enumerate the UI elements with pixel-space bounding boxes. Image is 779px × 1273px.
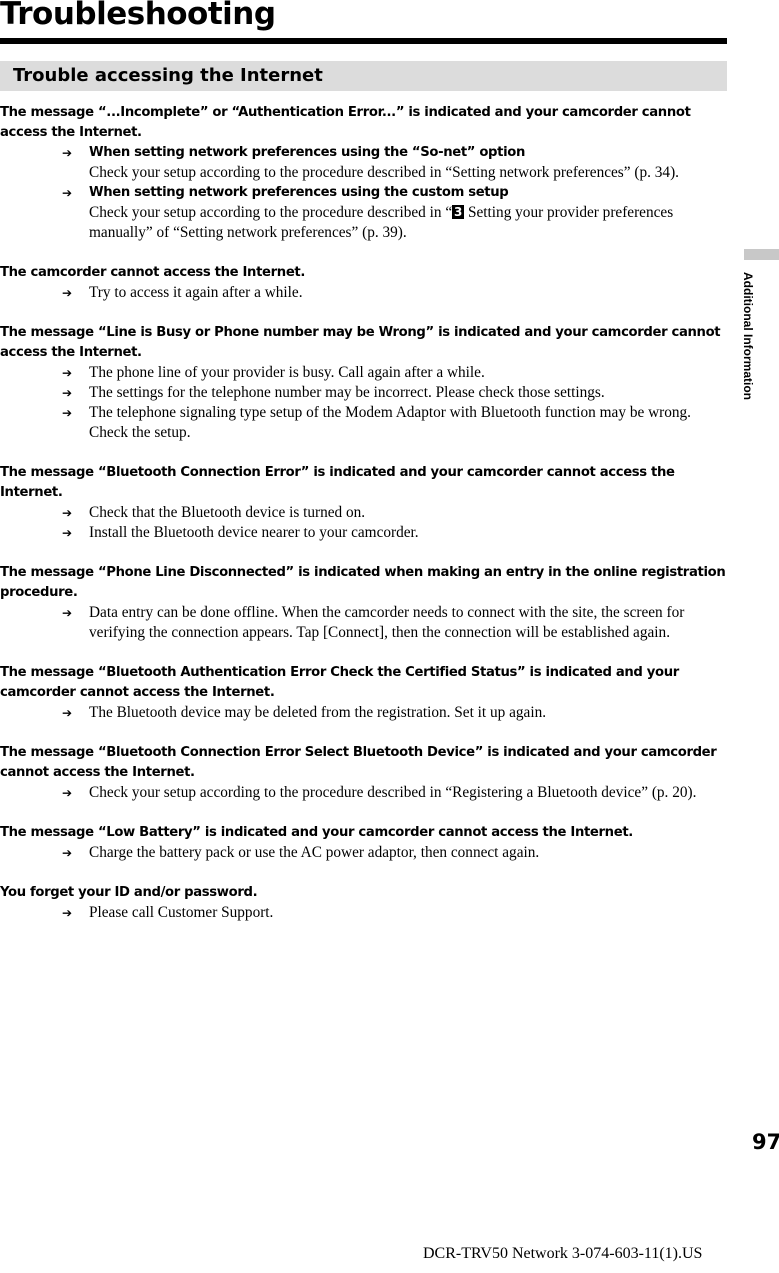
solution-text: The settings for the telephone number ma… [89,384,605,401]
solution-item: ➔ Please call Customer Support. [0,903,730,923]
solution-text: Check your setup according to the proced… [89,164,679,181]
solution-subheading: When setting network preferences using t… [89,185,509,200]
troubleshooting-entry: The message “Low Battery” is indicated a… [0,823,730,863]
problem-heading: The message “...Incomplete” or “Authenti… [0,105,691,140]
title-rule [0,38,727,44]
troubleshooting-list: The message “...Incomplete” or “Authenti… [0,103,730,943]
problem-heading: The message “Low Battery” is indicated a… [0,825,633,840]
solution-text: Install the Bluetooth device nearer to y… [89,524,419,541]
solution-item: ➔ When setting network preferences using… [0,183,730,243]
section-title: Trouble accessing the Internet [13,65,323,86]
troubleshooting-entry: The message “Line is Busy or Phone numbe… [0,323,730,443]
arrow-right-icon: ➔ [62,526,73,540]
arrow-right-icon: ➔ [62,506,73,520]
solution-text: Check that the Bluetooth device is turne… [89,504,366,521]
solution-text: Data entry can be done offline. When the… [89,604,685,641]
solution-item: ➔ Try to access it again after a while. [0,283,730,303]
arrow-right-icon: ➔ [62,406,73,420]
step-number-badge: 3 [452,205,465,219]
problem-heading: The message “Phone Line Disconnected” is… [0,565,726,600]
solution-item: ➔ Charge the battery pack or use the AC … [0,843,730,863]
problem-heading: The message “Bluetooth Connection Error”… [0,465,675,500]
solution-item: ➔ The phone line of your provider is bus… [0,363,730,383]
solution-item: ➔ When setting network preferences using… [0,143,730,183]
problem-heading: The camcorder cannot access the Internet… [0,265,306,280]
arrow-right-icon: ➔ [62,706,73,720]
solution-text: The Bluetooth device may be deleted from… [89,704,547,721]
solution-text: Check your setup according to the proced… [89,203,730,243]
troubleshooting-entry: The message “Bluetooth Connection Error”… [0,463,730,543]
arrow-right-icon: ➔ [62,186,73,200]
solution-item: ➔ Check that the Bluetooth device is tur… [0,503,730,523]
side-tab-label: Additional Information [741,272,755,432]
problem-heading: The message “Bluetooth Connection Error … [0,745,717,780]
solution-text: The phone line of your provider is busy.… [89,364,485,381]
arrow-right-icon: ➔ [62,146,73,160]
arrow-right-icon: ➔ [62,906,73,920]
solution-item: ➔ The telephone signaling type setup of … [0,403,730,443]
solution-item: ➔ The Bluetooth device may be deleted fr… [0,703,730,723]
solution-text: Charge the battery pack or use the AC po… [89,844,540,861]
solution-text: Please call Customer Support. [89,904,274,921]
solution-text: Check your setup according to the proced… [89,784,697,801]
solution-item: ➔ Install the Bluetooth device nearer to… [0,523,730,543]
arrow-right-icon: ➔ [62,786,73,800]
troubleshooting-entry: The camcorder cannot access the Internet… [0,263,730,303]
arrow-right-icon: ➔ [62,366,73,380]
arrow-right-icon: ➔ [62,606,73,620]
section-header: Trouble accessing the Internet [0,61,727,91]
troubleshooting-entry: The message “Bluetooth Authentication Er… [0,663,730,723]
solution-text: The telephone signaling type setup of th… [89,404,691,441]
arrow-right-icon: ➔ [62,846,73,860]
problem-heading: The message “Line is Busy or Phone numbe… [0,325,721,360]
troubleshooting-entry: The message “...Incomplete” or “Authenti… [0,103,730,243]
page-number: 97 [752,1130,779,1154]
solution-item: ➔ Data entry can be done offline. When t… [0,603,730,643]
side-tab-marker [744,249,779,260]
solution-item: ➔ The settings for the telephone number … [0,383,730,403]
arrow-right-icon: ➔ [62,386,73,400]
solution-item: ➔ Check your setup according to the proc… [0,783,730,803]
troubleshooting-entry: You forget your ID and/or password. ➔ Pl… [0,883,730,923]
solution-subheading: When setting network preferences using t… [89,145,526,160]
problem-heading: The message “Bluetooth Authentication Er… [0,665,679,700]
solution-text: Try to access it again after a while. [89,284,303,301]
side-tab-text: Additional Information [741,272,755,400]
troubleshooting-entry: The message “Phone Line Disconnected” is… [0,563,730,643]
problem-heading: You forget your ID and/or password. [0,885,258,900]
arrow-right-icon: ➔ [62,286,73,300]
solution-text-part: Check your setup according to the proced… [89,204,453,221]
troubleshooting-entry: The message “Bluetooth Connection Error … [0,743,730,803]
footer-document-id: DCR-TRV50 Network 3-074-603-11(1).US [423,1245,703,1262]
page-title: Troubleshooting [0,0,276,32]
